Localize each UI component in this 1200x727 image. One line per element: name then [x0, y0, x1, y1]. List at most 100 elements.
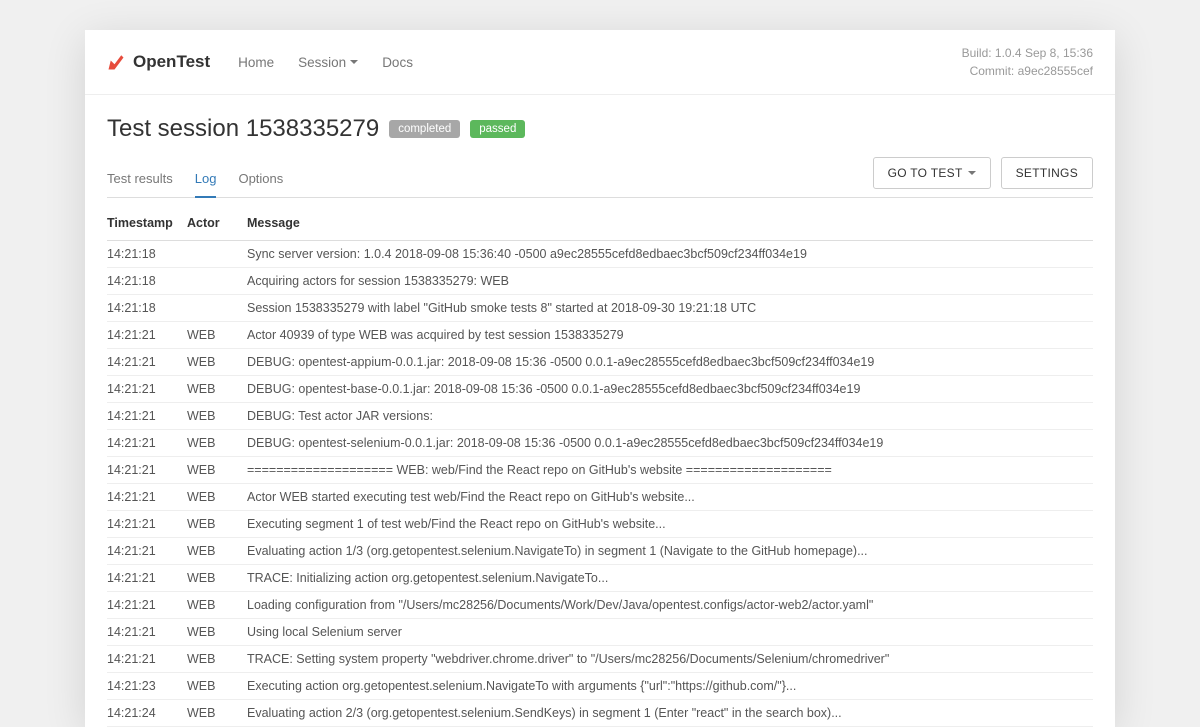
- log-row: 14:21:21WEBDEBUG: opentest-selenium-0.0.…: [107, 430, 1093, 457]
- log-message: Actor WEB started executing test web/Fin…: [247, 484, 1093, 511]
- go-to-test-button[interactable]: GO TO TEST: [873, 157, 991, 189]
- log-actor: [187, 241, 247, 268]
- log-timestamp: 14:21:21: [107, 565, 187, 592]
- log-message: DEBUG: opentest-base-0.0.1.jar: 2018-09-…: [247, 376, 1093, 403]
- commit-text: Commit: a9ec28555cef: [962, 62, 1093, 80]
- log-row: 14:21:24WEBEvaluating action 2/3 (org.ge…: [107, 700, 1093, 727]
- log-actor: WEB: [187, 430, 247, 457]
- log-actor: WEB: [187, 700, 247, 727]
- log-message: Evaluating action 1/3 (org.getopentest.s…: [247, 538, 1093, 565]
- nav-docs[interactable]: Docs: [382, 55, 413, 70]
- header-message: Message: [247, 204, 1093, 241]
- log-timestamp: 14:21:21: [107, 457, 187, 484]
- brand-text: OpenTest: [133, 52, 210, 72]
- log-row: 14:21:21WEBDEBUG: Test actor JAR version…: [107, 403, 1093, 430]
- log-row: 14:21:21WEB==================== WEB: web…: [107, 457, 1093, 484]
- log-message: Executing segment 1 of test web/Find the…: [247, 511, 1093, 538]
- log-message: DEBUG: Test actor JAR versions:: [247, 403, 1093, 430]
- brand[interactable]: OpenTest: [107, 52, 210, 72]
- log-timestamp: 14:21:21: [107, 646, 187, 673]
- tabs-actions-row: Test results Log Options GO TO TEST SETT…: [107, 157, 1093, 198]
- log-timestamp: 14:21:21: [107, 538, 187, 565]
- log-timestamp: 14:21:21: [107, 511, 187, 538]
- log-actor: [187, 295, 247, 322]
- log-actor: WEB: [187, 673, 247, 700]
- status-badge-passed: passed: [470, 120, 525, 138]
- log-message: Evaluating action 2/3 (org.getopentest.s…: [247, 700, 1093, 727]
- log-timestamp: 14:21:21: [107, 322, 187, 349]
- log-timestamp: 14:21:21: [107, 403, 187, 430]
- chevron-down-icon: [350, 60, 358, 64]
- title-row: Test session 1538335279 completed passed: [107, 115, 1093, 143]
- action-buttons: GO TO TEST SETTINGS: [873, 157, 1093, 189]
- log-actor: WEB: [187, 403, 247, 430]
- log-row: 14:21:21WEBDEBUG: opentest-base-0.0.1.ja…: [107, 376, 1093, 403]
- tab-log[interactable]: Log: [195, 161, 217, 198]
- log-message: ==================== WEB: web/Find the R…: [247, 457, 1093, 484]
- header-timestamp: Timestamp: [107, 204, 187, 241]
- log-timestamp: 14:21:21: [107, 349, 187, 376]
- page-body: Test session 1538335279 completed passed…: [85, 95, 1115, 727]
- log-timestamp: 14:21:18: [107, 241, 187, 268]
- log-actor: WEB: [187, 619, 247, 646]
- tab-options[interactable]: Options: [238, 161, 283, 197]
- log-timestamp: 14:21:21: [107, 484, 187, 511]
- tabs: Test results Log Options: [107, 161, 283, 197]
- log-actor: WEB: [187, 322, 247, 349]
- log-row: 14:21:21WEBTRACE: Setting system propert…: [107, 646, 1093, 673]
- app-window: OpenTest Home Session Docs Build: 1.0.4 …: [85, 30, 1115, 727]
- log-actor: WEB: [187, 484, 247, 511]
- log-actor: [187, 268, 247, 295]
- log-timestamp: 14:21:21: [107, 619, 187, 646]
- navbar: OpenTest Home Session Docs Build: 1.0.4 …: [85, 30, 1115, 95]
- log-message: TRACE: Setting system property "webdrive…: [247, 646, 1093, 673]
- log-actor: WEB: [187, 646, 247, 673]
- log-timestamp: 14:21:18: [107, 295, 187, 322]
- log-message: Loading configuration from "/Users/mc282…: [247, 592, 1093, 619]
- settings-button[interactable]: SETTINGS: [1001, 157, 1093, 189]
- log-actor: WEB: [187, 511, 247, 538]
- log-row: 14:21:21WEBUsing local Selenium server: [107, 619, 1093, 646]
- log-row: 14:21:18 Acquiring actors for session 153…: [107, 268, 1093, 295]
- log-message: TRACE: Initializing action org.getopente…: [247, 565, 1093, 592]
- header-actor: Actor: [187, 204, 247, 241]
- log-message: Sync server version: 1.0.4 2018-09-08 15…: [247, 241, 1093, 268]
- log-message: DEBUG: opentest-selenium-0.0.1.jar: 2018…: [247, 430, 1093, 457]
- logo-icon: [107, 53, 125, 71]
- log-row: 14:21:21WEBActor 40939 of type WEB was a…: [107, 322, 1093, 349]
- tab-test-results[interactable]: Test results: [107, 161, 173, 197]
- log-timestamp: 14:21:21: [107, 592, 187, 619]
- log-row: 14:21:18Session 1538335279 with label "G…: [107, 295, 1093, 322]
- log-row: 14:21:21WEBActor WEB started executing t…: [107, 484, 1093, 511]
- log-row: 14:21:21WEBDEBUG: opentest-appium-0.0.1.…: [107, 349, 1093, 376]
- build-meta: Build: 1.0.4 Sep 8, 15:36 Commit: a9ec28…: [962, 44, 1093, 80]
- nav-session[interactable]: Session: [298, 55, 358, 70]
- log-table: Timestamp Actor Message 14:21:18 Sync ser…: [107, 204, 1093, 727]
- log-message: Acquiring actors for session 1538335279:…: [247, 268, 1093, 295]
- log-timestamp: 14:21:18: [107, 268, 187, 295]
- log-message: DEBUG: opentest-appium-0.0.1.jar: 2018-0…: [247, 349, 1093, 376]
- log-message: Actor 40939 of type WEB was acquired by …: [247, 322, 1093, 349]
- status-badge-completed: completed: [389, 120, 460, 138]
- log-row: 14:21:18 Sync server version: 1.0.4 2018-…: [107, 241, 1093, 268]
- nav-items: Home Session Docs: [238, 55, 413, 70]
- log-actor: WEB: [187, 457, 247, 484]
- log-row: 14:21:21WEBTRACE: Initializing action or…: [107, 565, 1093, 592]
- chevron-down-icon: [968, 171, 976, 175]
- log-actor: WEB: [187, 349, 247, 376]
- log-actor: WEB: [187, 538, 247, 565]
- build-text: Build: 1.0.4 Sep 8, 15:36: [962, 44, 1093, 62]
- log-message: Executing action org.getopentest.seleniu…: [247, 673, 1093, 700]
- log-timestamp: 14:21:23: [107, 673, 187, 700]
- log-actor: WEB: [187, 565, 247, 592]
- log-row: 14:21:21WEBEvaluating action 1/3 (org.ge…: [107, 538, 1093, 565]
- log-timestamp: 14:21:21: [107, 376, 187, 403]
- log-timestamp: 14:21:24: [107, 700, 187, 727]
- nav-home[interactable]: Home: [238, 55, 274, 70]
- log-timestamp: 14:21:21: [107, 430, 187, 457]
- log-actor: WEB: [187, 592, 247, 619]
- log-row: 14:21:23WEBExecuting action org.getopent…: [107, 673, 1093, 700]
- log-actor: WEB: [187, 376, 247, 403]
- page-title: Test session 1538335279: [107, 115, 379, 143]
- log-message: Using local Selenium server: [247, 619, 1093, 646]
